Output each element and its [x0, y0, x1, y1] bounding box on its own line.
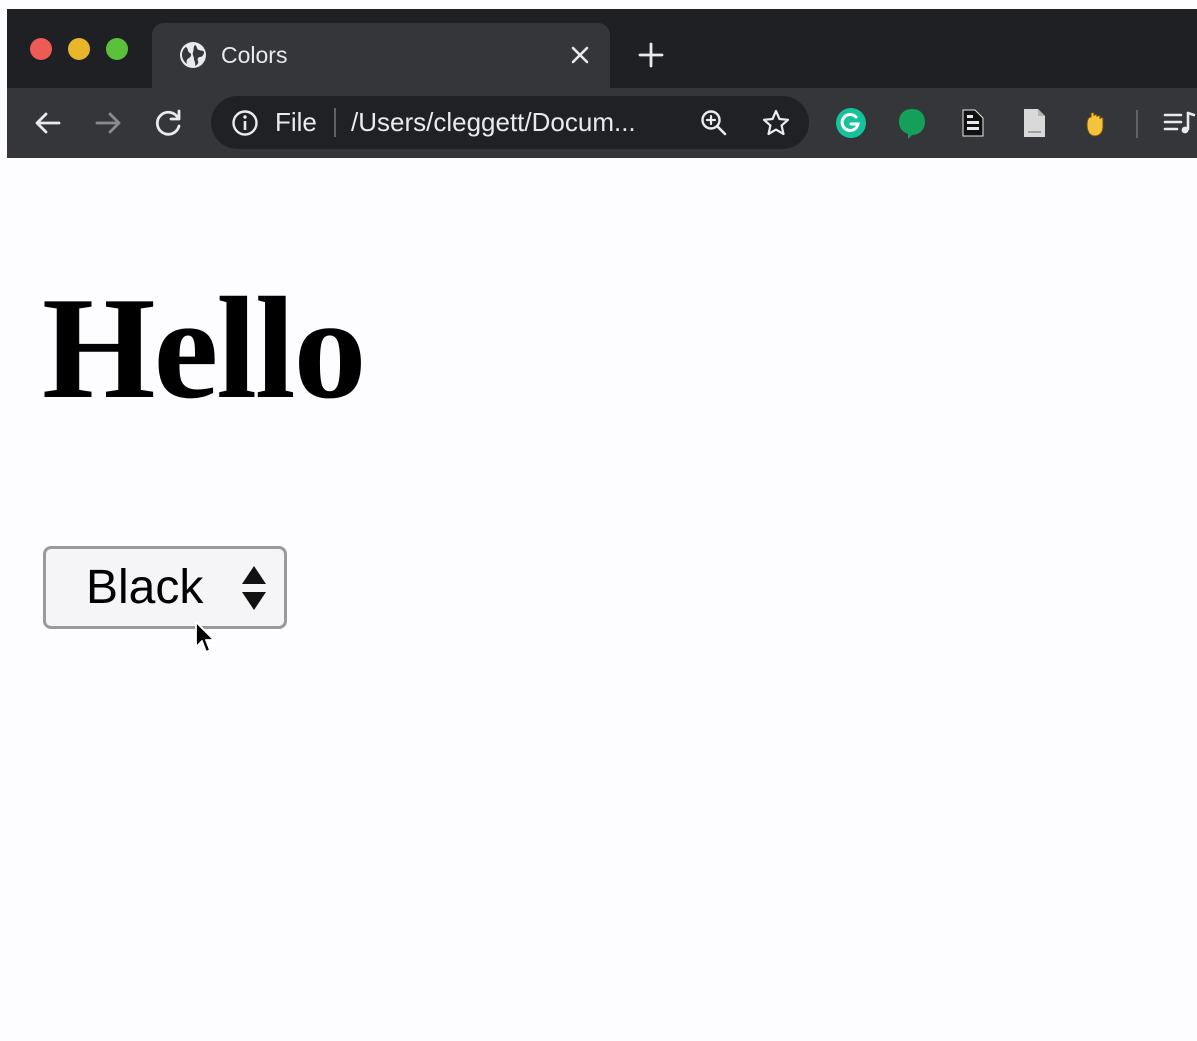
grammarly-icon[interactable]	[833, 105, 869, 141]
page-heading: Hello	[42, 267, 366, 429]
info-icon[interactable]	[231, 109, 259, 137]
toolbar-divider	[1136, 110, 1138, 138]
minimize-window-button[interactable]	[68, 38, 90, 60]
mouse-cursor-icon	[195, 621, 215, 653]
address-url[interactable]: /Users/cleggett/Docum...	[351, 106, 636, 138]
zoom-icon[interactable]	[699, 108, 729, 138]
page-icon[interactable]	[1016, 105, 1052, 141]
forward-arrow-icon[interactable]	[91, 106, 125, 140]
browser-window: Colors File /Users/cleggett/Docum... Hel…	[7, 9, 1197, 1041]
address-bar[interactable]: File /Users/cleggett/Docum...	[211, 96, 809, 149]
reading-list-icon[interactable]	[1161, 105, 1197, 141]
evernote-icon[interactable]	[894, 105, 930, 141]
hand-icon[interactable]	[1077, 105, 1113, 141]
close-window-button[interactable]	[30, 38, 52, 60]
bookmark-star-icon[interactable]	[761, 108, 791, 138]
address-scheme-label: File	[275, 107, 317, 137]
page-content: Hello Black	[7, 158, 1197, 1041]
back-arrow-icon[interactable]	[31, 106, 65, 140]
close-tab-icon[interactable]	[564, 39, 596, 71]
globe-icon	[180, 42, 206, 68]
tab-title: Colors	[221, 42, 288, 68]
tab-strip: Colors	[7, 9, 1197, 88]
select-arrows-icon	[242, 566, 266, 610]
tab-colors[interactable]: Colors	[152, 23, 610, 88]
maximize-window-button[interactable]	[106, 38, 128, 60]
new-tab-icon[interactable]	[635, 39, 667, 71]
reload-icon[interactable]	[152, 106, 186, 140]
address-divider	[334, 108, 336, 137]
color-select-value: Black	[86, 561, 204, 614]
browser-toolbar: File /Users/cleggett/Docum...	[7, 88, 1197, 158]
document-icon[interactable]	[955, 105, 991, 141]
color-select[interactable]: Black	[43, 546, 287, 629]
